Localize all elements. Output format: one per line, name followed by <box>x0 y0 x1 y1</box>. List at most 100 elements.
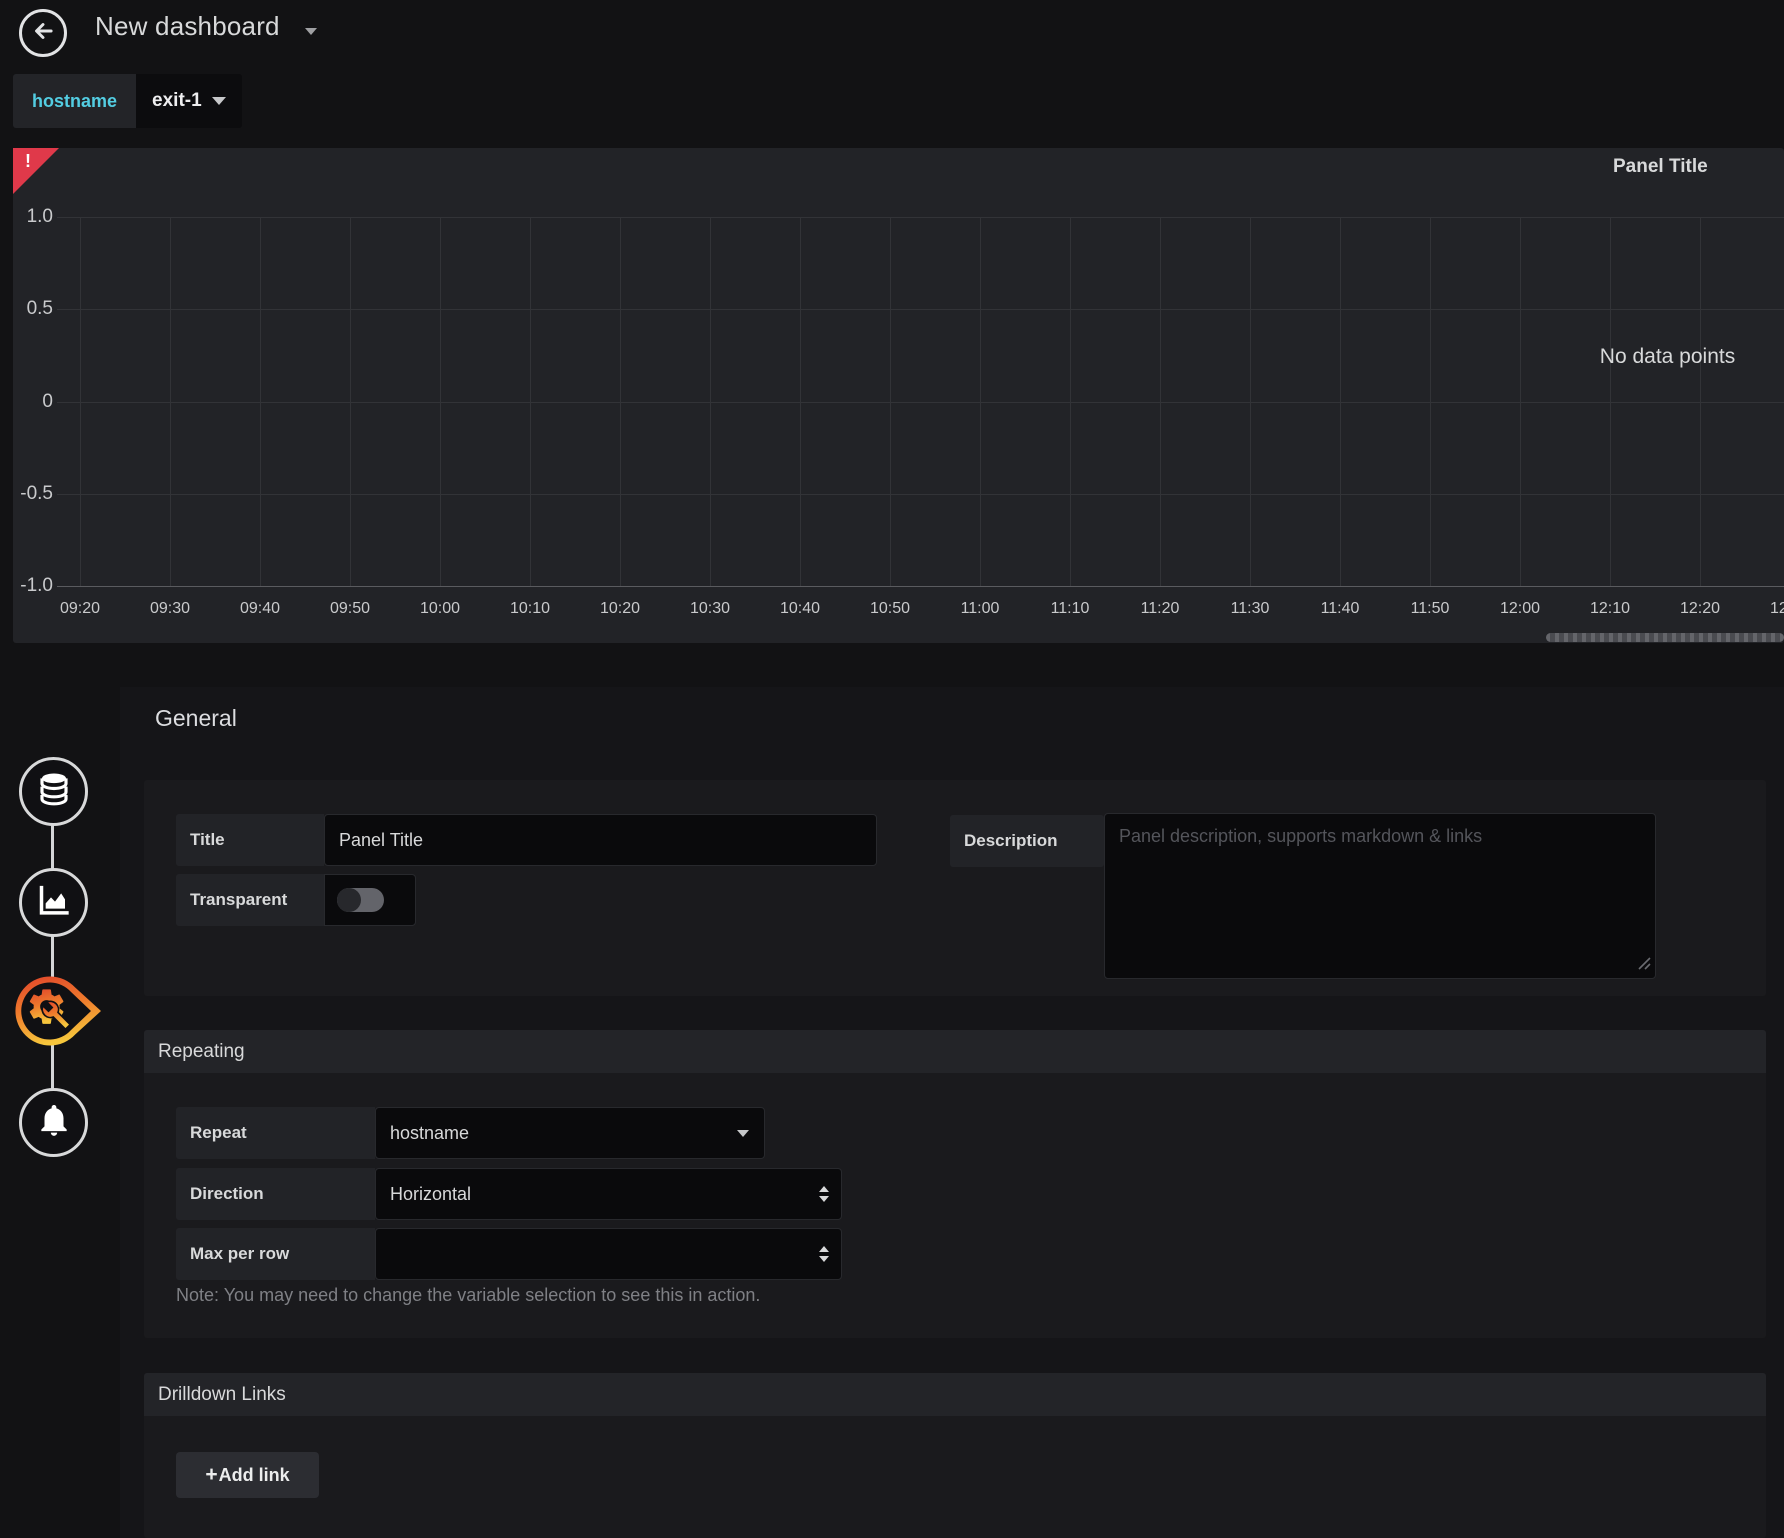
y-axis-tick-label: -1.0 <box>3 575 53 597</box>
x-axis-tick-label: 09:20 <box>45 600 115 618</box>
error-exclamation-icon: ! <box>25 151 31 172</box>
title-input[interactable] <box>324 814 877 866</box>
gridline-horizontal <box>57 586 1784 587</box>
direction-value: Horizontal <box>390 1184 471 1205</box>
y-axis-tick-label: 0 <box>3 391 53 413</box>
repeat-label: Repeat <box>176 1107 375 1159</box>
x-axis-tick-label: 10:50 <box>855 600 925 618</box>
gridline-vertical <box>1250 217 1251 586</box>
gridline-vertical <box>1610 217 1611 586</box>
add-link-label: Add link <box>219 1465 290 1486</box>
gridline-vertical <box>980 217 981 586</box>
gridline-vertical <box>440 217 441 586</box>
x-axis-tick-label: 10:00 <box>405 600 475 618</box>
variable-value-dropdown[interactable]: exit-1 <box>136 74 242 128</box>
gridline-vertical <box>170 217 171 586</box>
graph-icon <box>34 880 74 925</box>
x-axis-tick-label: 11:40 <box>1305 600 1375 618</box>
x-axis-tick-label: 10:10 <box>495 600 565 618</box>
gridline-vertical <box>710 217 711 586</box>
repeating-note: Note: You may need to change the variabl… <box>176 1285 760 1306</box>
template-variable: hostname exit-1 <box>13 74 242 128</box>
x-axis-tick-label: 09:30 <box>135 600 205 618</box>
description-textarea[interactable] <box>1104 813 1656 979</box>
general-options-block: Title Transparent Description <box>144 780 1766 996</box>
x-axis-tick-label: 11:10 <box>1035 600 1105 618</box>
repeat-value: hostname <box>390 1123 469 1144</box>
repeat-dropdown[interactable]: hostname <box>375 1107 765 1159</box>
gridline-horizontal <box>57 309 1784 310</box>
x-axis-tick-label: 12:10 <box>1575 600 1645 618</box>
spinner-arrows-icon <box>819 1246 829 1262</box>
x-axis-tick-label: 09:40 <box>225 600 295 618</box>
toggle-knob <box>337 888 361 912</box>
gridline-vertical <box>80 217 81 586</box>
panel-error-corner[interactable] <box>13 148 59 194</box>
variable-name-label: hostname <box>13 74 136 128</box>
gridline-vertical <box>620 217 621 586</box>
gridline-vertical <box>260 217 261 586</box>
y-axis-tick-label: 1.0 <box>3 206 53 228</box>
add-link-button[interactable]: + Add link <box>176 1452 319 1498</box>
description-label: Description <box>950 815 1104 867</box>
transparent-label: Transparent <box>176 874 324 926</box>
x-axis-tick-label: 10:30 <box>675 600 745 618</box>
transparent-toggle[interactable] <box>324 874 416 926</box>
gridline-vertical <box>890 217 891 586</box>
x-axis-tick-label: 10:20 <box>585 600 655 618</box>
repeating-section-header: Repeating <box>144 1030 1766 1073</box>
direction-label: Direction <box>176 1168 375 1220</box>
tab-heading: General <box>155 705 237 732</box>
tab-general[interactable] <box>11 972 105 1050</box>
gridline-vertical <box>1160 217 1161 586</box>
spinner-arrows-icon <box>819 1186 829 1202</box>
gridline-vertical <box>1430 217 1431 586</box>
chevron-down-icon <box>737 1130 749 1137</box>
database-icon <box>34 769 74 814</box>
drilldown-section-header: Drilldown Links <box>144 1373 1766 1416</box>
gridline-vertical <box>1340 217 1341 586</box>
max-per-row-label: Max per row <box>176 1228 375 1280</box>
chevron-down-icon <box>212 97 226 105</box>
gridline-vertical <box>1700 217 1701 586</box>
dashboard-panel: ! Panel Title 1.00.50-0.5-1.009:2009:300… <box>13 148 1784 643</box>
y-axis-tick-label: -0.5 <box>3 483 53 505</box>
title-label: Title <box>176 814 324 866</box>
x-axis-tick-label: 11:50 <box>1395 600 1465 618</box>
x-axis-tick-label: 11:20 <box>1125 600 1195 618</box>
horizontal-scrollbar[interactable] <box>1546 633 1784 642</box>
no-data-message: No data points <box>1585 345 1750 369</box>
tab-metrics[interactable] <box>19 757 88 826</box>
direction-select[interactable]: Horizontal <box>375 1168 842 1220</box>
drilldown-heading: Drilldown Links <box>158 1384 286 1406</box>
tab-alert[interactable] <box>19 1088 88 1157</box>
dashboard-title-caret-icon[interactable] <box>305 28 317 35</box>
toggle-track <box>337 888 384 912</box>
x-axis-tick-label: 12:30 <box>1755 600 1784 618</box>
gridline-vertical <box>800 217 801 586</box>
gridline-vertical <box>530 217 531 586</box>
x-axis-tick-label: 12:20 <box>1665 600 1735 618</box>
gear-wrench-icon <box>11 1037 105 1054</box>
drilldown-block: + Add link <box>144 1416 1766 1538</box>
repeating-block: Repeat hostname Direction Horizontal Max… <box>144 1073 1766 1338</box>
tab-visualization[interactable] <box>19 868 88 937</box>
back-button[interactable] <box>19 9 67 57</box>
variable-value: exit-1 <box>152 90 202 112</box>
x-axis-tick-label: 10:40 <box>765 600 835 618</box>
x-axis-tick-label: 11:30 <box>1215 600 1285 618</box>
max-per-row-select[interactable] <box>375 1228 842 1280</box>
chart-plot: 1.00.50-0.5-1.009:2009:3009:4009:5010:00… <box>65 217 1784 586</box>
gridline-horizontal <box>57 494 1784 495</box>
y-axis-tick-label: 0.5 <box>3 298 53 320</box>
gridline-horizontal <box>57 217 1784 218</box>
x-axis-tick-label: 09:50 <box>315 600 385 618</box>
dashboard-title[interactable]: New dashboard <box>95 11 280 42</box>
panel-title[interactable]: Panel Title <box>1613 156 1708 178</box>
repeating-heading: Repeating <box>158 1041 245 1063</box>
panel-editor: General Title Transparent Description <box>120 687 1784 1538</box>
bell-icon <box>35 1101 73 1144</box>
x-axis-tick-label: 12:00 <box>1485 600 1555 618</box>
tab-connector-line <box>51 791 54 1122</box>
x-axis-tick-label: 11:00 <box>945 600 1015 618</box>
